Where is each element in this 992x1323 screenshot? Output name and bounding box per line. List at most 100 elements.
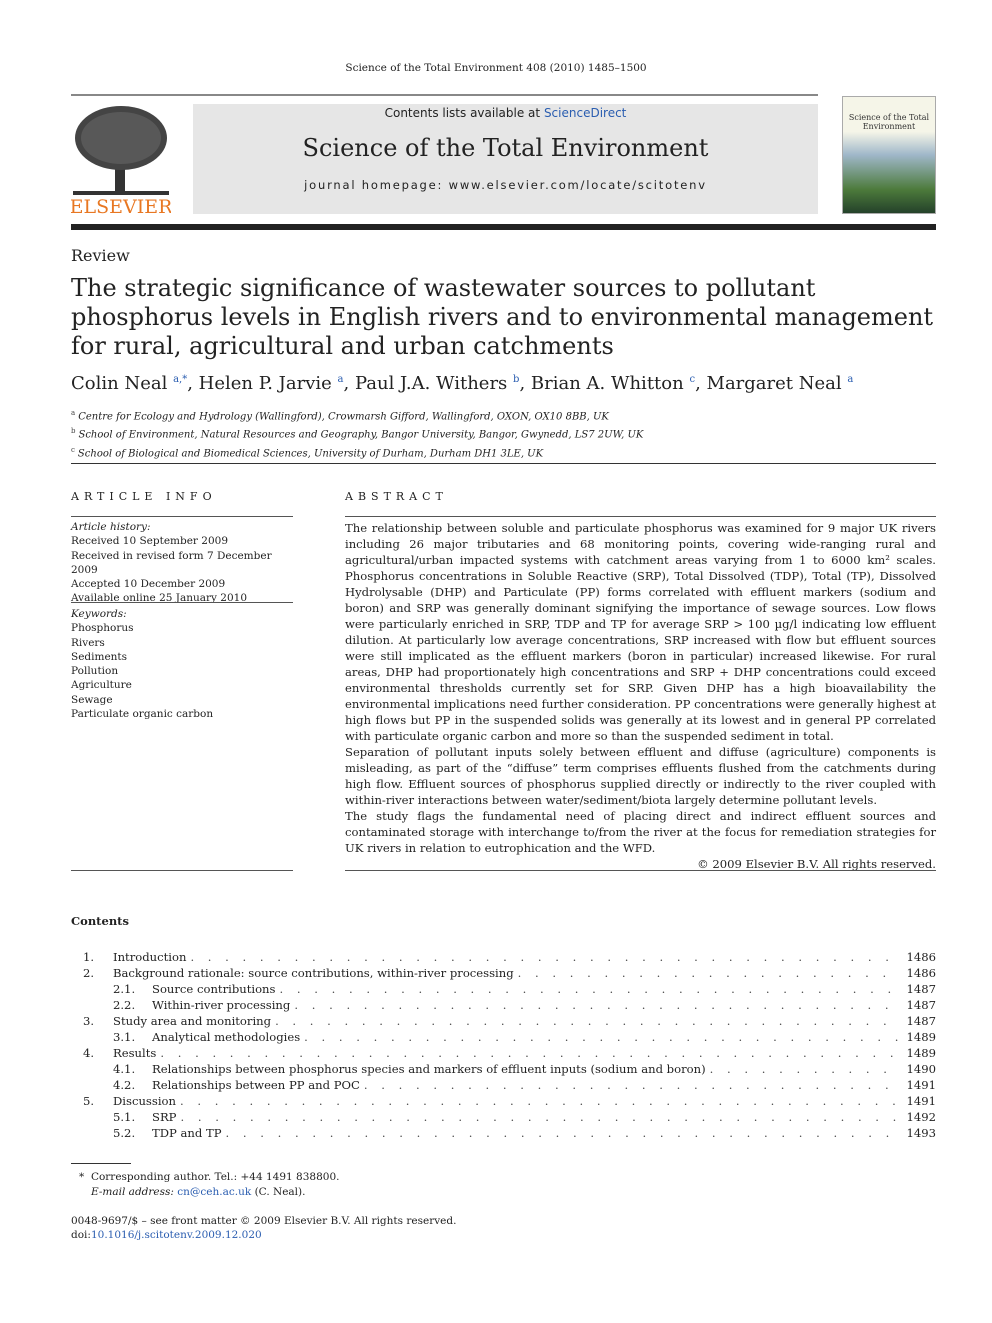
keyword: Sewage [71,693,113,706]
article-type: Review [71,246,130,265]
toc-label[interactable]: Within-river processing [152,997,294,1013]
author[interactable]: Colin Neal a,* [71,373,187,394]
article-info-heading: ARTICLE INFO [71,490,217,503]
toc-entry[interactable]: 5. Discussion. . . . . . . . . . . . . . … [71,1093,936,1109]
toc-number: 4. [83,1046,95,1060]
svg-text:ELSEVIER: ELSEVIER [71,196,171,215]
running-header: Science of the Total Environment 408 (20… [345,62,647,74]
affiliation: c School of Biological and Biomedical Sci… [71,445,544,459]
abstract-paragraph: The study flags the fundamental need of … [345,809,936,855]
divider [71,516,293,517]
journal-homepage[interactable]: journal homepage: www.elsevier.com/locat… [193,178,818,192]
doi-link[interactable]: 10.1016/j.scitotenv.2009.12.020 [91,1229,262,1241]
history-item: Received 10 September 2009 [71,535,229,548]
toc-page[interactable]: 1486 [900,949,936,965]
keywords: Keywords: Phosphorus Rivers Sediments Po… [71,607,293,721]
cover-title: Science of the Total Environment [848,113,930,131]
journal-cover[interactable]: Science of the Total Environment [842,96,936,214]
issn-line: 0048-9697/$ – see front matter © 2009 El… [71,1215,457,1241]
toc-page[interactable]: 1489 [900,1045,936,1061]
toc-label[interactable]: Analytical methodologies [152,1029,304,1045]
email-link[interactable]: cn@ceh.ac.uk [177,1186,251,1198]
toc-number: 3.1. [113,1030,136,1044]
toc-label[interactable]: SRP [152,1109,180,1125]
author[interactable]: Margaret Neal a [707,373,854,394]
toc-page[interactable]: 1492 [900,1109,936,1125]
toc-page[interactable]: 1489 [900,1029,936,1045]
toc-entry[interactable]: 2. Background rationale: source contribut… [71,965,936,981]
toc-label[interactable]: Results [113,1045,160,1061]
toc-entry[interactable]: 4.1. Relationships between phosphorus spe… [71,1061,936,1077]
toc-number: 5.1. [113,1110,136,1124]
elsevier-logo[interactable]: ELSEVIER [70,103,173,218]
history-item: Available online 25 January 2010 [71,592,248,605]
author[interactable]: Brian A. Whitton c [531,373,695,394]
table-of-contents: 1. Introduction. . . . . . . . . . . . . … [71,949,936,1141]
toc-leader: . . . . . . . . . . . . . . . . . . . . … [363,1078,901,1092]
toc-label[interactable]: Background rationale: source contributio… [113,965,518,981]
toc-leader: . . . . . . . . . . . . . . . . . . . . … [517,966,901,980]
toc-leader: . . . . . . . . . . . . . . . . . . . . … [709,1062,901,1076]
toc-leader: . . . . . . . . . . . . . . . . . . . . … [225,1126,901,1140]
divider [71,870,293,871]
journal-title: Science of the Total Environment [302,134,709,162]
toc-number: 4.2. [113,1078,136,1092]
divider [71,94,818,96]
footnote-divider [71,1163,131,1164]
toc-leader: . . . . . . . . . . . . . . . . . . . . … [294,998,900,1012]
toc-label[interactable]: TDP and TP [152,1125,226,1141]
article-title: The strategic significance of wastewater… [71,274,934,360]
toc-label[interactable]: Source contributions [152,981,279,997]
toc-page[interactable]: 1486 [900,965,936,981]
toc-page[interactable]: 1491 [900,1093,936,1109]
keyword: Pollution [71,665,119,678]
author[interactable]: Paul J.A. Withers b [355,373,520,394]
toc-number: 3. [83,1014,95,1028]
toc-entry[interactable]: 4.2. Relationships between PP and POC. . … [71,1077,936,1093]
history-item: Accepted 10 December 2009 [71,578,226,591]
toc-page[interactable]: 1487 [900,981,936,997]
author[interactable]: Helen P. Jarvie a [199,373,344,394]
toc-leader: . . . . . . . . . . . . . . . . . . . . … [179,1094,901,1108]
abstract-paragraph: The relationship between soluble and par… [345,521,936,743]
tree-icon: ELSEVIER [70,106,173,218]
toc-entry[interactable]: 5.2. TDP and TP. . . . . . . . . . . . . … [71,1125,936,1141]
abstract-heading: ABSTRACT [345,490,448,503]
toc-leader: . . . . . . . . . . . . . . . . . . . . … [160,1046,900,1060]
divider [71,463,936,464]
toc-entry[interactable]: 1. Introduction. . . . . . . . . . . . . … [71,949,936,965]
affiliation: b School of Environment, Natural Resource… [71,427,644,441]
toc-page[interactable]: 1487 [900,1013,936,1029]
toc-leader: . . . . . . . . . . . . . . . . . . . . … [190,950,900,964]
toc-entry[interactable]: 2.1. Source contributions. . . . . . . . … [71,981,936,997]
toc-label[interactable]: Relationships between phosphorus species… [152,1061,710,1077]
toc-number: 4.1. [113,1062,136,1076]
keyword: Sediments [71,650,128,663]
toc-page[interactable]: 1491 [900,1077,936,1093]
contents-heading: Contents [71,914,129,928]
divider [345,870,936,871]
sciencedirect-link[interactable]: ScienceDirect [544,106,626,120]
toc-leader: . . . . . . . . . . . . . . . . . . . . … [180,1110,900,1124]
keyword: Rivers [71,636,105,649]
affiliations: a Centre for Ecology and Hydrology (Walli… [71,406,643,461]
toc-label[interactable]: Introduction [113,949,190,965]
keyword: Particulate organic carbon [71,708,214,721]
toc-entry[interactable]: 5.1. SRP. . . . . . . . . . . . . . . . .… [71,1109,936,1125]
toc-page[interactable]: 1493 [900,1125,936,1141]
toc-number: 5. [83,1094,95,1108]
toc-number: 2. [83,966,95,980]
toc-entry[interactable]: 4. Results. . . . . . . . . . . . . . . .… [71,1045,936,1061]
journal-banner: Contents lists available at ScienceDirec… [193,104,818,214]
toc-label[interactable]: Discussion [113,1093,180,1109]
toc-entry[interactable]: 2.2. Within-river processing. . . . . . .… [71,997,936,1013]
toc-label[interactable]: Study area and monitoring [113,1013,275,1029]
toc-page[interactable]: 1487 [900,997,936,1013]
affiliation: a Centre for Ecology and Hydrology (Walli… [71,409,609,423]
keyword: Phosphorus [71,622,134,635]
toc-number: 5.2. [113,1126,136,1140]
toc-page[interactable]: 1490 [900,1061,936,1077]
toc-entry[interactable]: 3. Study area and monitoring. . . . . . .… [71,1013,936,1029]
toc-label[interactable]: Relationships between PP and POC [152,1077,364,1093]
toc-entry[interactable]: 3.1. Analytical methodologies. . . . . . … [71,1029,936,1045]
